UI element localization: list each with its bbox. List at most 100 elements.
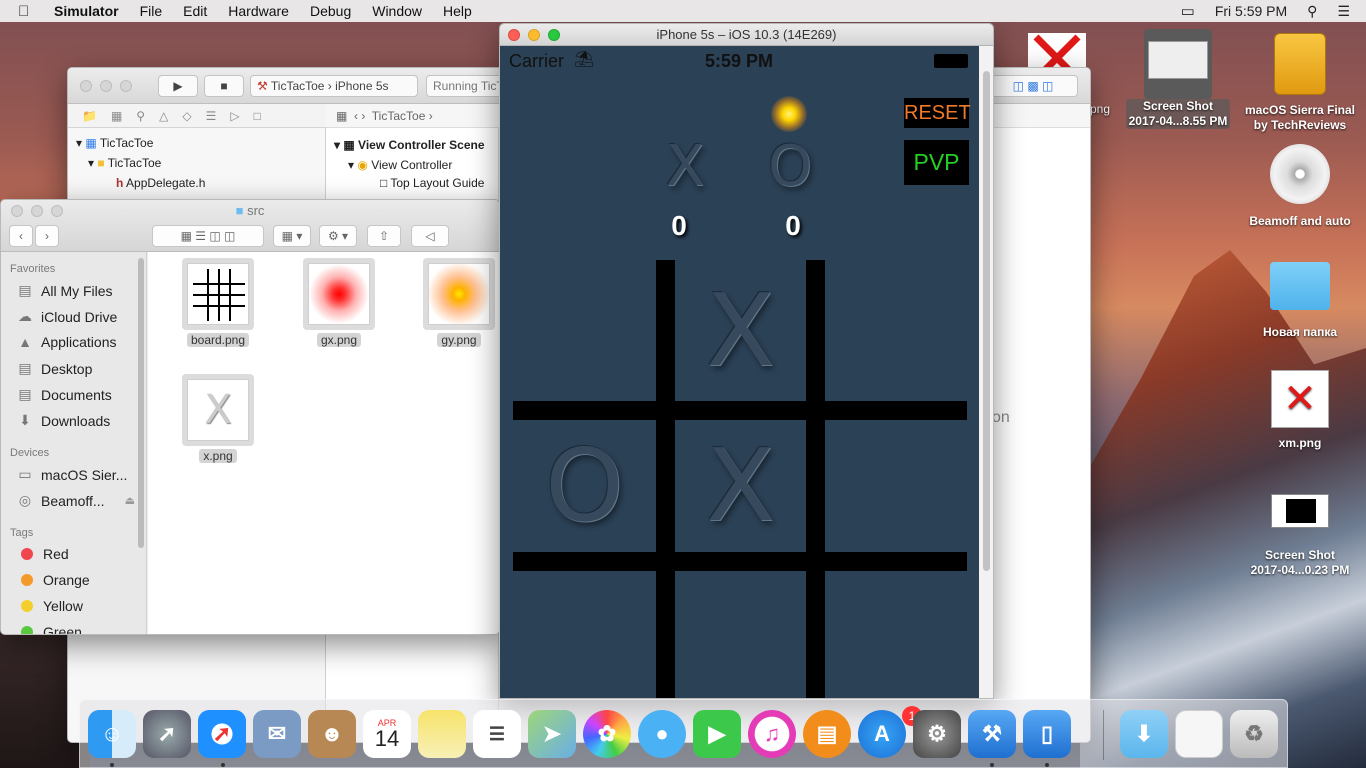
sidebar-item-beamoff[interactable]: ◎ Beamoff... ⏏: [15, 492, 135, 509]
tree-row-file[interactable]: h AppDelegate.h: [116, 176, 205, 190]
close-button[interactable]: [508, 29, 520, 41]
menu-edit[interactable]: Edit: [183, 3, 207, 19]
sidebar-item-icloud[interactable]: ☁ iCloud Drive: [15, 308, 117, 325]
downloads-stack-dock-icon[interactable]: ⬇: [1120, 710, 1168, 758]
itunes-dock-icon[interactable]: ♫: [748, 710, 796, 758]
search-icon[interactable]: ⚲: [136, 109, 145, 123]
sidebar-tag-yellow[interactable]: Yellow: [15, 598, 83, 614]
mode-button[interactable]: PVP: [904, 140, 969, 185]
desktop-icon-screenshot-1[interactable]: Screen Shot 2017-04...8.55 PM: [1118, 29, 1238, 129]
board-cell-4[interactable]: X: [675, 420, 806, 552]
view-mode-switcher[interactable]: ▦ ☰ ◫ ◫: [152, 225, 264, 247]
desktop-icon-xm[interactable]: ✕ xm.png: [1240, 370, 1360, 451]
reminders-dock-icon[interactable]: ☰: [473, 710, 521, 758]
menu-file[interactable]: File: [140, 3, 163, 19]
ibooks-dock-icon[interactable]: ▤: [803, 710, 851, 758]
eject-icon[interactable]: ⏏: [125, 494, 135, 507]
zoom-button[interactable]: [548, 29, 560, 41]
back-button[interactable]: ‹: [9, 225, 33, 247]
mail-dock-icon[interactable]: ✉: [253, 710, 301, 758]
menu-hardware[interactable]: Hardware: [228, 3, 289, 19]
contacts-dock-icon[interactable]: ☻: [308, 710, 356, 758]
board-cell-3[interactable]: O: [513, 420, 656, 552]
menu-window[interactable]: Window: [372, 3, 422, 19]
trash-dock-icon[interactable]: ♻: [1230, 710, 1278, 758]
stop-button[interactable]: ■: [204, 75, 244, 97]
file-gx[interactable]: gx.png: [294, 258, 384, 347]
outline-scene[interactable]: ▾ ▦ View Controller Scene: [334, 138, 485, 152]
run-button[interactable]: ▶: [158, 75, 198, 97]
board-cell-6[interactable]: [513, 571, 656, 698]
jump-bar-project[interactable]: TicTacToe: [372, 109, 426, 123]
app-store-dock-icon[interactable]: A: [858, 710, 906, 758]
scrollbar-thumb[interactable]: [983, 71, 990, 571]
arrange-button[interactable]: ▦ ▾: [273, 225, 311, 247]
zoom-button[interactable]: [120, 80, 132, 92]
tree-row-group[interactable]: ▾ ■ TicTacToe: [88, 156, 161, 170]
board-cell-7[interactable]: [675, 571, 806, 698]
simulator-dock-icon[interactable]: ▯: [1023, 710, 1071, 758]
board-cell-1[interactable]: X: [675, 260, 806, 401]
display-mirroring-icon[interactable]: ▭: [1181, 2, 1195, 20]
sidebar-tag-orange[interactable]: Orange: [15, 572, 90, 588]
warning-icon[interactable]: △: [159, 109, 168, 123]
layout-toggle-buttons[interactable]: ◫ ▩ ◫: [988, 75, 1078, 97]
sidebar-item-downloads[interactable]: ⬇ Downloads: [15, 412, 110, 429]
sidebar-item-all-my-files[interactable]: ▤ All My Files: [15, 282, 112, 299]
messages-dock-icon[interactable]: ●: [638, 710, 686, 758]
action-gear-button[interactable]: ⚙ ▾: [319, 225, 357, 247]
minimize-button[interactable]: [100, 80, 112, 92]
source-control-icon[interactable]: ▦: [111, 109, 122, 123]
test-icon[interactable]: ◇: [182, 109, 191, 123]
sidebar-item-applications[interactable]: ▲ Applications: [15, 334, 116, 350]
file-x[interactable]: X x.png: [173, 374, 263, 463]
desktop-icon-new-folder[interactable]: Новая папка: [1240, 262, 1360, 340]
debug-icon[interactable]: ☰: [206, 109, 217, 123]
close-button[interactable]: [80, 80, 92, 92]
desktop-icon-drive[interactable]: macOS Sierra Final by TechReviews: [1240, 33, 1360, 133]
sidebar-item-documents[interactable]: ▤ Documents: [15, 386, 111, 403]
xcode-dock-icon[interactable]: ⚒: [968, 710, 1016, 758]
calendar-dock-icon[interactable]: APR 14: [363, 710, 411, 758]
notes-dock-icon[interactable]: [418, 710, 466, 758]
tags-button[interactable]: ◁: [411, 225, 449, 247]
share-button[interactable]: ⇧: [367, 225, 401, 247]
board-cell-8[interactable]: [825, 571, 967, 698]
scheme-selector[interactable]: ⚒ TicTacToe › iPhone 5s: [250, 75, 418, 97]
maps-dock-icon[interactable]: ➤: [528, 710, 576, 758]
breakpoint-icon[interactable]: ▷: [230, 109, 239, 123]
minimize-button[interactable]: [528, 29, 540, 41]
desktop-icon-screenshot-2[interactable]: Screen Shot 2017-04...0.23 PM: [1240, 494, 1360, 578]
menu-debug[interactable]: Debug: [310, 3, 351, 19]
file-gy[interactable]: gy.png: [414, 258, 499, 347]
safari-dock-icon[interactable]: ➚: [198, 710, 246, 758]
simulator-scrollbar[interactable]: [979, 46, 993, 698]
file-board[interactable]: board.png: [173, 258, 263, 347]
facetime-dock-icon[interactable]: ▶: [693, 710, 741, 758]
outline-view-controller[interactable]: ▾ ◉ View Controller: [348, 158, 452, 172]
sidebar-scrollbar[interactable]: [138, 258, 144, 548]
launchpad-dock-icon[interactable]: ➚: [143, 710, 191, 758]
recent-item-dock-icon[interactable]: [1175, 710, 1223, 758]
menu-clock[interactable]: Fri 5:59 PM: [1215, 3, 1287, 19]
spotlight-search-icon[interactable]: ⚲: [1307, 3, 1317, 20]
sidebar-item-macos[interactable]: ▭ macOS Sier...: [15, 466, 127, 483]
system-preferences-dock-icon[interactable]: ⚙: [913, 710, 961, 758]
notification-center-icon[interactable]: ☰: [1337, 3, 1350, 20]
tree-row-project[interactable]: ▾ ▦ TicTacToe: [76, 136, 153, 150]
menu-app-name[interactable]: Simulator: [54, 3, 119, 19]
board-cell-0[interactable]: [513, 260, 656, 401]
sidebar-tag-red[interactable]: Red: [15, 546, 69, 562]
apple-menu-icon[interactable]: : [18, 3, 38, 20]
board-cell-5[interactable]: [825, 420, 967, 552]
sidebar-item-desktop[interactable]: ▤ Desktop: [15, 360, 92, 377]
menu-help[interactable]: Help: [443, 3, 472, 19]
desktop-icon-beamoff[interactable]: Beamoff and auto: [1240, 144, 1360, 229]
outline-top-layout[interactable]: □ Top Layout Guide: [380, 176, 484, 190]
finder-dock-icon[interactable]: ☺: [88, 710, 136, 758]
forward-button[interactable]: ›: [35, 225, 59, 247]
report-icon[interactable]: □: [254, 109, 261, 123]
folder-icon[interactable]: 📁: [82, 109, 97, 123]
reset-button[interactable]: RESET: [904, 98, 971, 128]
board-cell-2[interactable]: [825, 260, 967, 401]
